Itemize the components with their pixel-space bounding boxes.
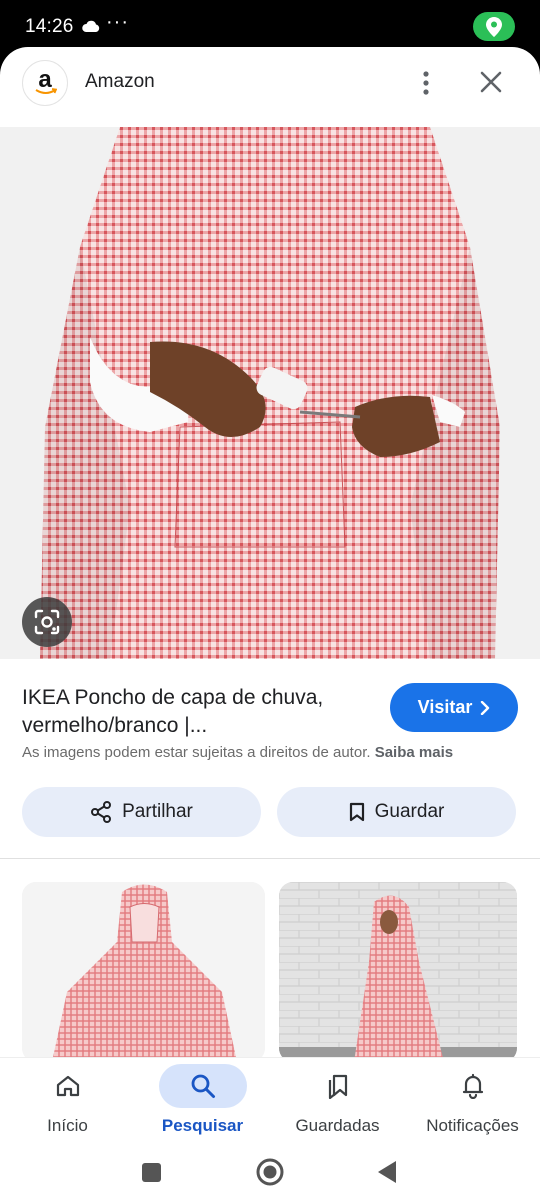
- back-icon[interactable]: [378, 1161, 396, 1183]
- product-image[interactable]: [0, 127, 540, 659]
- divider: [0, 858, 540, 859]
- search-icon: [158, 1064, 247, 1108]
- amazon-smile-icon: [35, 88, 57, 94]
- more-vert-icon[interactable]: [412, 65, 440, 101]
- related-image[interactable]: [22, 882, 265, 1062]
- nav-item-search[interactable]: Pesquisar: [135, 1058, 270, 1153]
- lens-icon: [34, 609, 60, 635]
- lens-search-button[interactable]: [22, 597, 72, 647]
- save-button-label: Guardar: [374, 801, 445, 822]
- visit-button[interactable]: Visitar: [390, 683, 518, 732]
- result-title[interactable]: IKEA Poncho de capa de chuva, vermelho/b…: [22, 684, 372, 740]
- detail-header: a Amazon: [0, 47, 540, 125]
- share-button-label: Partilhar: [122, 801, 193, 822]
- share-icon: [91, 801, 112, 823]
- related-image[interactable]: [279, 882, 517, 1062]
- bookmark-icon: [349, 802, 364, 822]
- visit-button-label: Visitar: [417, 697, 473, 717]
- home-icon: [24, 1064, 112, 1108]
- save-button[interactable]: Guardar: [277, 787, 516, 837]
- home-circle-icon[interactable]: [256, 1158, 284, 1186]
- copyright-text: As imagens podem estar sujeitas a direit…: [22, 744, 371, 761]
- status-bar: 14:26 ···: [0, 0, 540, 54]
- copyright-notice: As imagens podem estar sujeitas a direit…: [22, 744, 453, 761]
- chevron-right-icon: [481, 700, 490, 715]
- status-time: 14:26: [25, 16, 74, 37]
- nav-label-saved: Guardadas: [295, 1116, 380, 1135]
- recents-icon[interactable]: [142, 1163, 161, 1182]
- cloud-icon: [82, 19, 100, 37]
- nav-label-home: Início: [47, 1116, 88, 1135]
- amazon-logo[interactable]: a: [22, 60, 68, 106]
- learn-more-link[interactable]: Saiba mais: [375, 744, 453, 761]
- nav-item-notifications[interactable]: Notificações: [405, 1058, 540, 1153]
- nav-item-saved[interactable]: Guardadas: [270, 1058, 405, 1153]
- image-detail-sheet: a Amazon IKEA Poncho de capa de chuva, v…: [0, 47, 540, 1200]
- nav-item-home[interactable]: Início: [0, 1058, 135, 1153]
- nav-label-notifications: Notificações: [426, 1116, 519, 1135]
- share-button[interactable]: Partilhar: [22, 787, 261, 837]
- bottom-navigation: Início Pesquisar Guardadas Notificações: [0, 1057, 540, 1152]
- bookmarks-icon: [294, 1064, 382, 1108]
- location-icon: [473, 12, 515, 41]
- bell-icon: [429, 1064, 517, 1108]
- status-more-indicator: ···: [106, 11, 129, 33]
- nav-label-search: Pesquisar: [161, 1116, 244, 1135]
- source-name[interactable]: Amazon: [85, 71, 155, 93]
- close-icon[interactable]: [474, 65, 508, 99]
- system-navigation-bar: [0, 1152, 540, 1200]
